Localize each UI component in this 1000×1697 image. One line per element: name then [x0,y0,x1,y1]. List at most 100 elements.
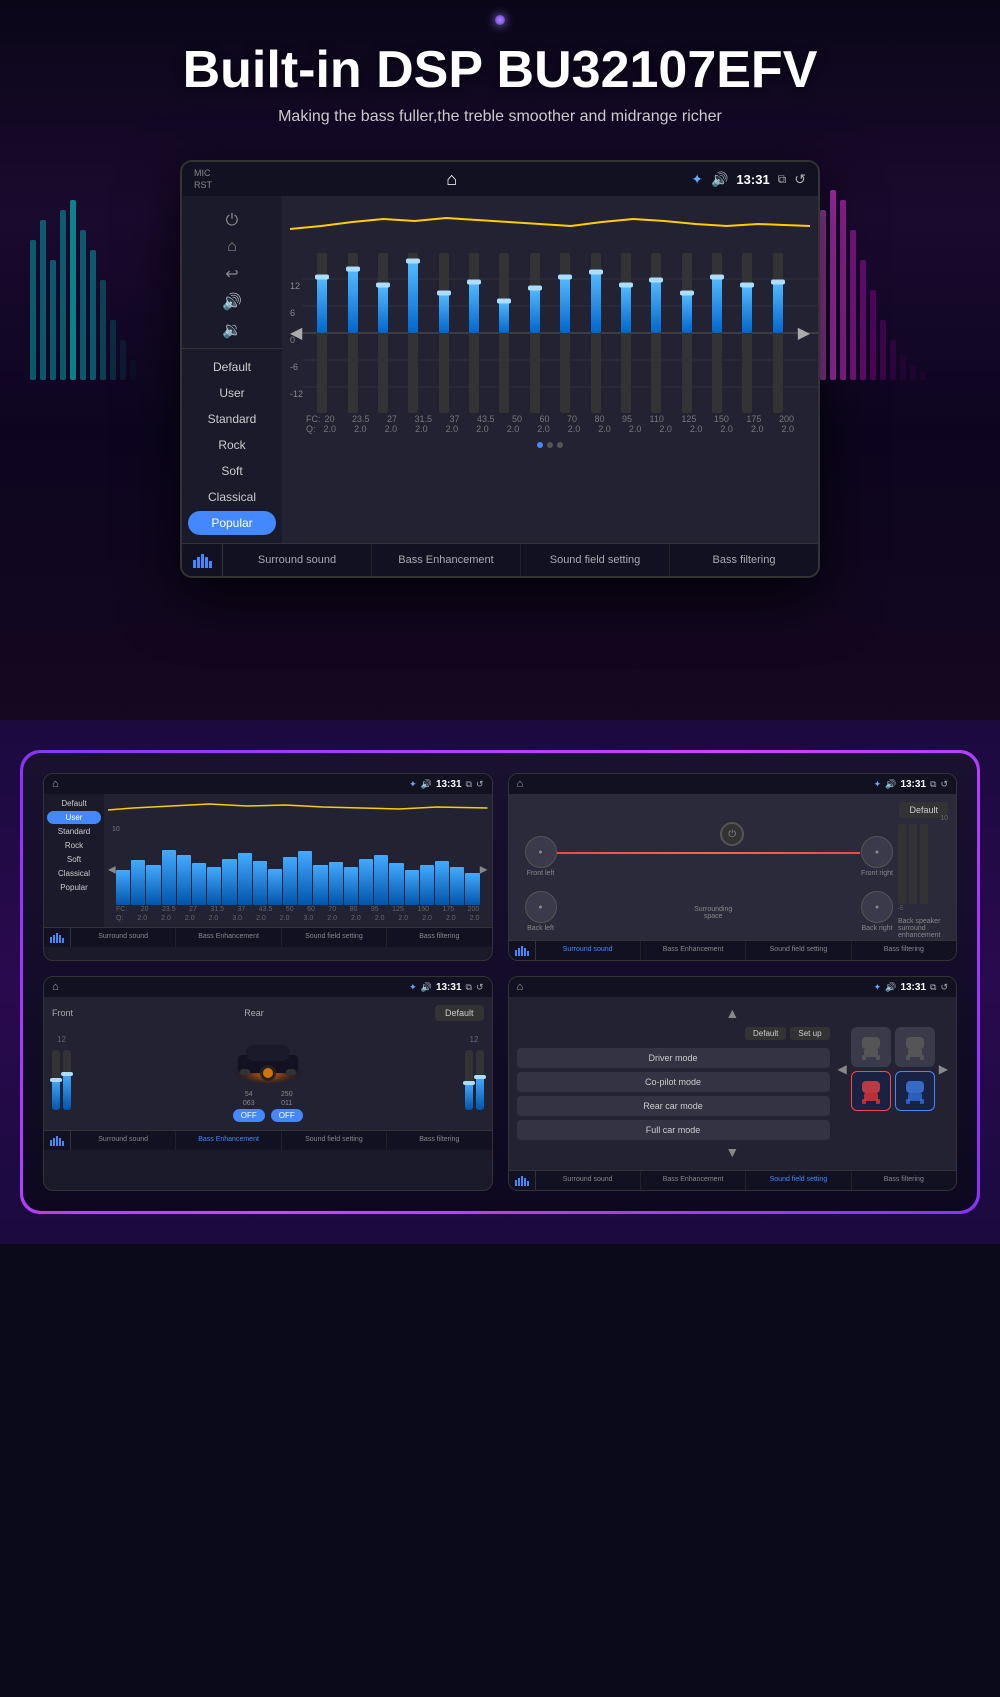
p1-bar-21[interactable] [420,865,434,905]
p3-eq-icon[interactable] [44,1131,71,1150]
p1-bar-22[interactable] [435,861,449,905]
eq-bar-15[interactable] [733,253,761,413]
p1-bar-20[interactable] [405,870,419,905]
p4-tab-surround[interactable]: Surround sound [536,1171,641,1190]
eq-bar-12[interactable] [642,253,670,413]
preset-default[interactable]: Default [188,355,276,379]
eq-bar-13[interactable] [673,253,701,413]
p1-back-icon[interactable]: ↺ [476,779,484,790]
eq-bar-1[interactable] [308,253,336,413]
tab-bass-enhancement[interactable]: Bass Enhancement [372,544,521,576]
p1-bar-14[interactable] [313,865,327,905]
p2-back-icon[interactable]: ↺ [940,779,948,790]
p1-bar-9[interactable] [238,853,252,905]
preset-user[interactable]: User [188,381,276,405]
p1-bar-16[interactable] [344,867,358,905]
p4-copilot-mode[interactable]: Co-pilot mode [517,1072,830,1092]
vol-down-icon[interactable]: 🔉 [222,320,242,340]
p1-preset-popular[interactable]: Popular [47,881,101,894]
p1-bar-24[interactable] [465,873,479,905]
preset-standard[interactable]: Standard [188,407,276,431]
eq-bar-2[interactable] [338,253,366,413]
p1-bar-5[interactable] [177,855,191,905]
p1-bar-6[interactable] [192,863,206,905]
p3-tab-bass[interactable]: Bass Enhancement [176,1131,281,1150]
p2-bar-2[interactable] [909,824,917,904]
eq-bar-14[interactable] [703,253,731,413]
p1-bar-13[interactable] [298,851,312,905]
p1-bar-11[interactable] [268,869,282,905]
panel3-home-icon[interactable]: ⌂ [52,981,59,993]
p1-bar-8[interactable] [222,859,236,905]
p4-left-arrow[interactable]: ◀ [838,1062,847,1076]
p3-default-btn[interactable]: Default [435,1005,484,1021]
p3-toggle-left[interactable]: OFF [233,1109,265,1122]
p3-back-icon[interactable]: ↺ [476,982,484,993]
p4-tab-soundfield[interactable]: Sound field setting [746,1171,851,1190]
eq-bar-8[interactable] [521,253,549,413]
preset-rock[interactable]: Rock [188,433,276,457]
p1-preset-soft[interactable]: Soft [47,853,101,866]
eq-bar-9[interactable] [551,253,579,413]
p1-preset-default[interactable]: Default [47,797,101,810]
p1-bar-7[interactable] [207,867,221,905]
power-icon[interactable]: ⏻ [226,212,239,230]
p1-bar-2[interactable] [131,860,145,905]
p1-preset-user[interactable]: User [47,811,101,824]
eq-bar-10[interactable] [581,253,609,413]
p1-eq-icon[interactable] [44,928,71,947]
p1-tab-soundfield[interactable]: Sound field setting [282,928,387,947]
p3-toggle-right[interactable]: OFF [271,1109,303,1122]
p3-rear-slider-2[interactable] [476,1050,484,1110]
home-nav-icon[interactable]: ⌂ [227,238,237,256]
back-nav-icon[interactable]: ↩ [225,264,238,284]
p1-preset-rock[interactable]: Rock [47,839,101,852]
power-btn-circle[interactable]: ⏻ [720,822,744,846]
p4-tab-filtering[interactable]: Bass filtering [852,1171,956,1190]
preset-popular[interactable]: Popular [188,511,276,535]
tab-bass-filtering[interactable]: Bass filtering [670,544,818,576]
eq-bar-3[interactable] [369,253,397,413]
eq-bar-16[interactable] [764,253,792,413]
p1-preset-classical[interactable]: Classical [47,867,101,880]
eq-bar-11[interactable] [612,253,640,413]
eq-bar-5[interactable] [430,253,458,413]
p1-preset-standard[interactable]: Standard [47,825,101,838]
tab-sound-field[interactable]: Sound field setting [521,544,670,576]
p2-tab-soundfield[interactable]: Sound field setting [746,941,851,960]
panel2-home-icon[interactable]: ⌂ [517,778,524,790]
p1-bar-17[interactable] [359,859,373,905]
p1-bar-15[interactable] [329,862,343,905]
p4-fullcar-mode[interactable]: Full car mode [517,1120,830,1140]
p4-eq-icon[interactable] [509,1171,536,1190]
panel1-home-icon[interactable]: ⌂ [52,778,59,790]
p1-bar-23[interactable] [450,867,464,905]
p2-tab-filtering[interactable]: Bass filtering [852,941,956,960]
tab-surround-sound[interactable]: Surround sound [223,544,372,576]
p1-tab-filtering[interactable]: Bass filtering [387,928,491,947]
p1-tab-surround[interactable]: Surround sound [71,928,176,947]
p1-bar-1[interactable] [116,870,130,905]
p3-slider-1[interactable] [52,1050,60,1110]
p3-rear-slider-1[interactable] [465,1050,473,1110]
eq-icon-tab[interactable] [182,544,223,576]
eq-bar-6[interactable] [460,253,488,413]
eq-nav-right-arrow[interactable]: ▶ [798,323,810,343]
p4-setup-btn[interactable]: Set up [790,1027,829,1040]
p2-tab-surround[interactable]: Surround sound [536,941,641,960]
p3-tab-filtering[interactable]: Bass filtering [387,1131,491,1150]
p2-eq-icon[interactable] [509,941,536,960]
p3-tab-soundfield[interactable]: Sound field setting [282,1131,387,1150]
p4-default-btn[interactable]: Default [745,1027,786,1040]
p1-bar-3[interactable] [146,865,160,905]
preset-soft[interactable]: Soft [188,459,276,483]
p3-slider-2[interactable] [63,1050,71,1110]
preset-classical[interactable]: Classical [188,485,276,509]
p2-tab-bass[interactable]: Bass Enhancement [641,941,746,960]
p4-rear-mode[interactable]: Rear car mode [517,1096,830,1116]
p1-bar-4[interactable] [162,850,176,905]
eq-bar-7[interactable] [490,253,518,413]
p1-bar-19[interactable] [389,863,403,905]
p4-back-icon[interactable]: ↺ [940,982,948,993]
p1-bar-10[interactable] [253,861,267,905]
